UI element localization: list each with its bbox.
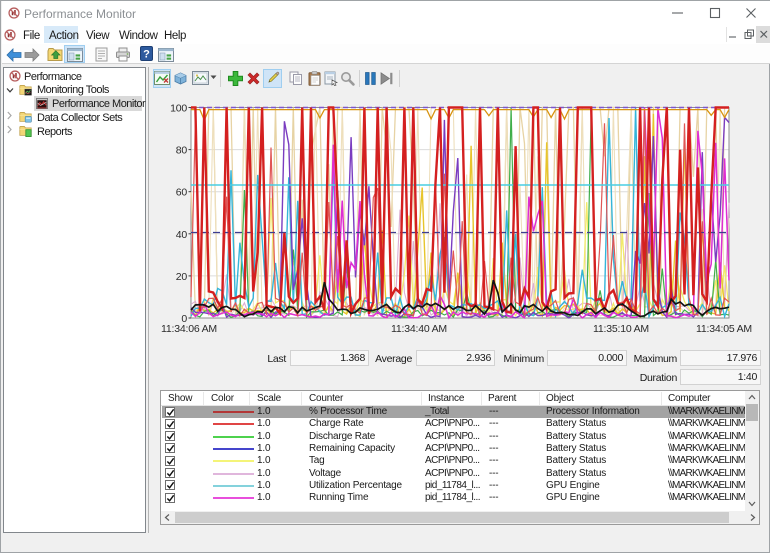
svg-text:11:34:05 AM: 11:34:05 AM [696, 323, 752, 335]
svg-text:11:34:40 AM: 11:34:40 AM [391, 323, 447, 335]
svg-text:11:34:06 AM: 11:34:06 AM [161, 323, 217, 335]
svg-text:60: 60 [176, 187, 188, 199]
svg-text:20: 20 [176, 271, 188, 283]
svg-text:100: 100 [170, 103, 187, 115]
svg-text:80: 80 [176, 145, 188, 157]
svg-text:11:35:10 AM: 11:35:10 AM [593, 323, 649, 335]
svg-text:40: 40 [176, 229, 188, 241]
